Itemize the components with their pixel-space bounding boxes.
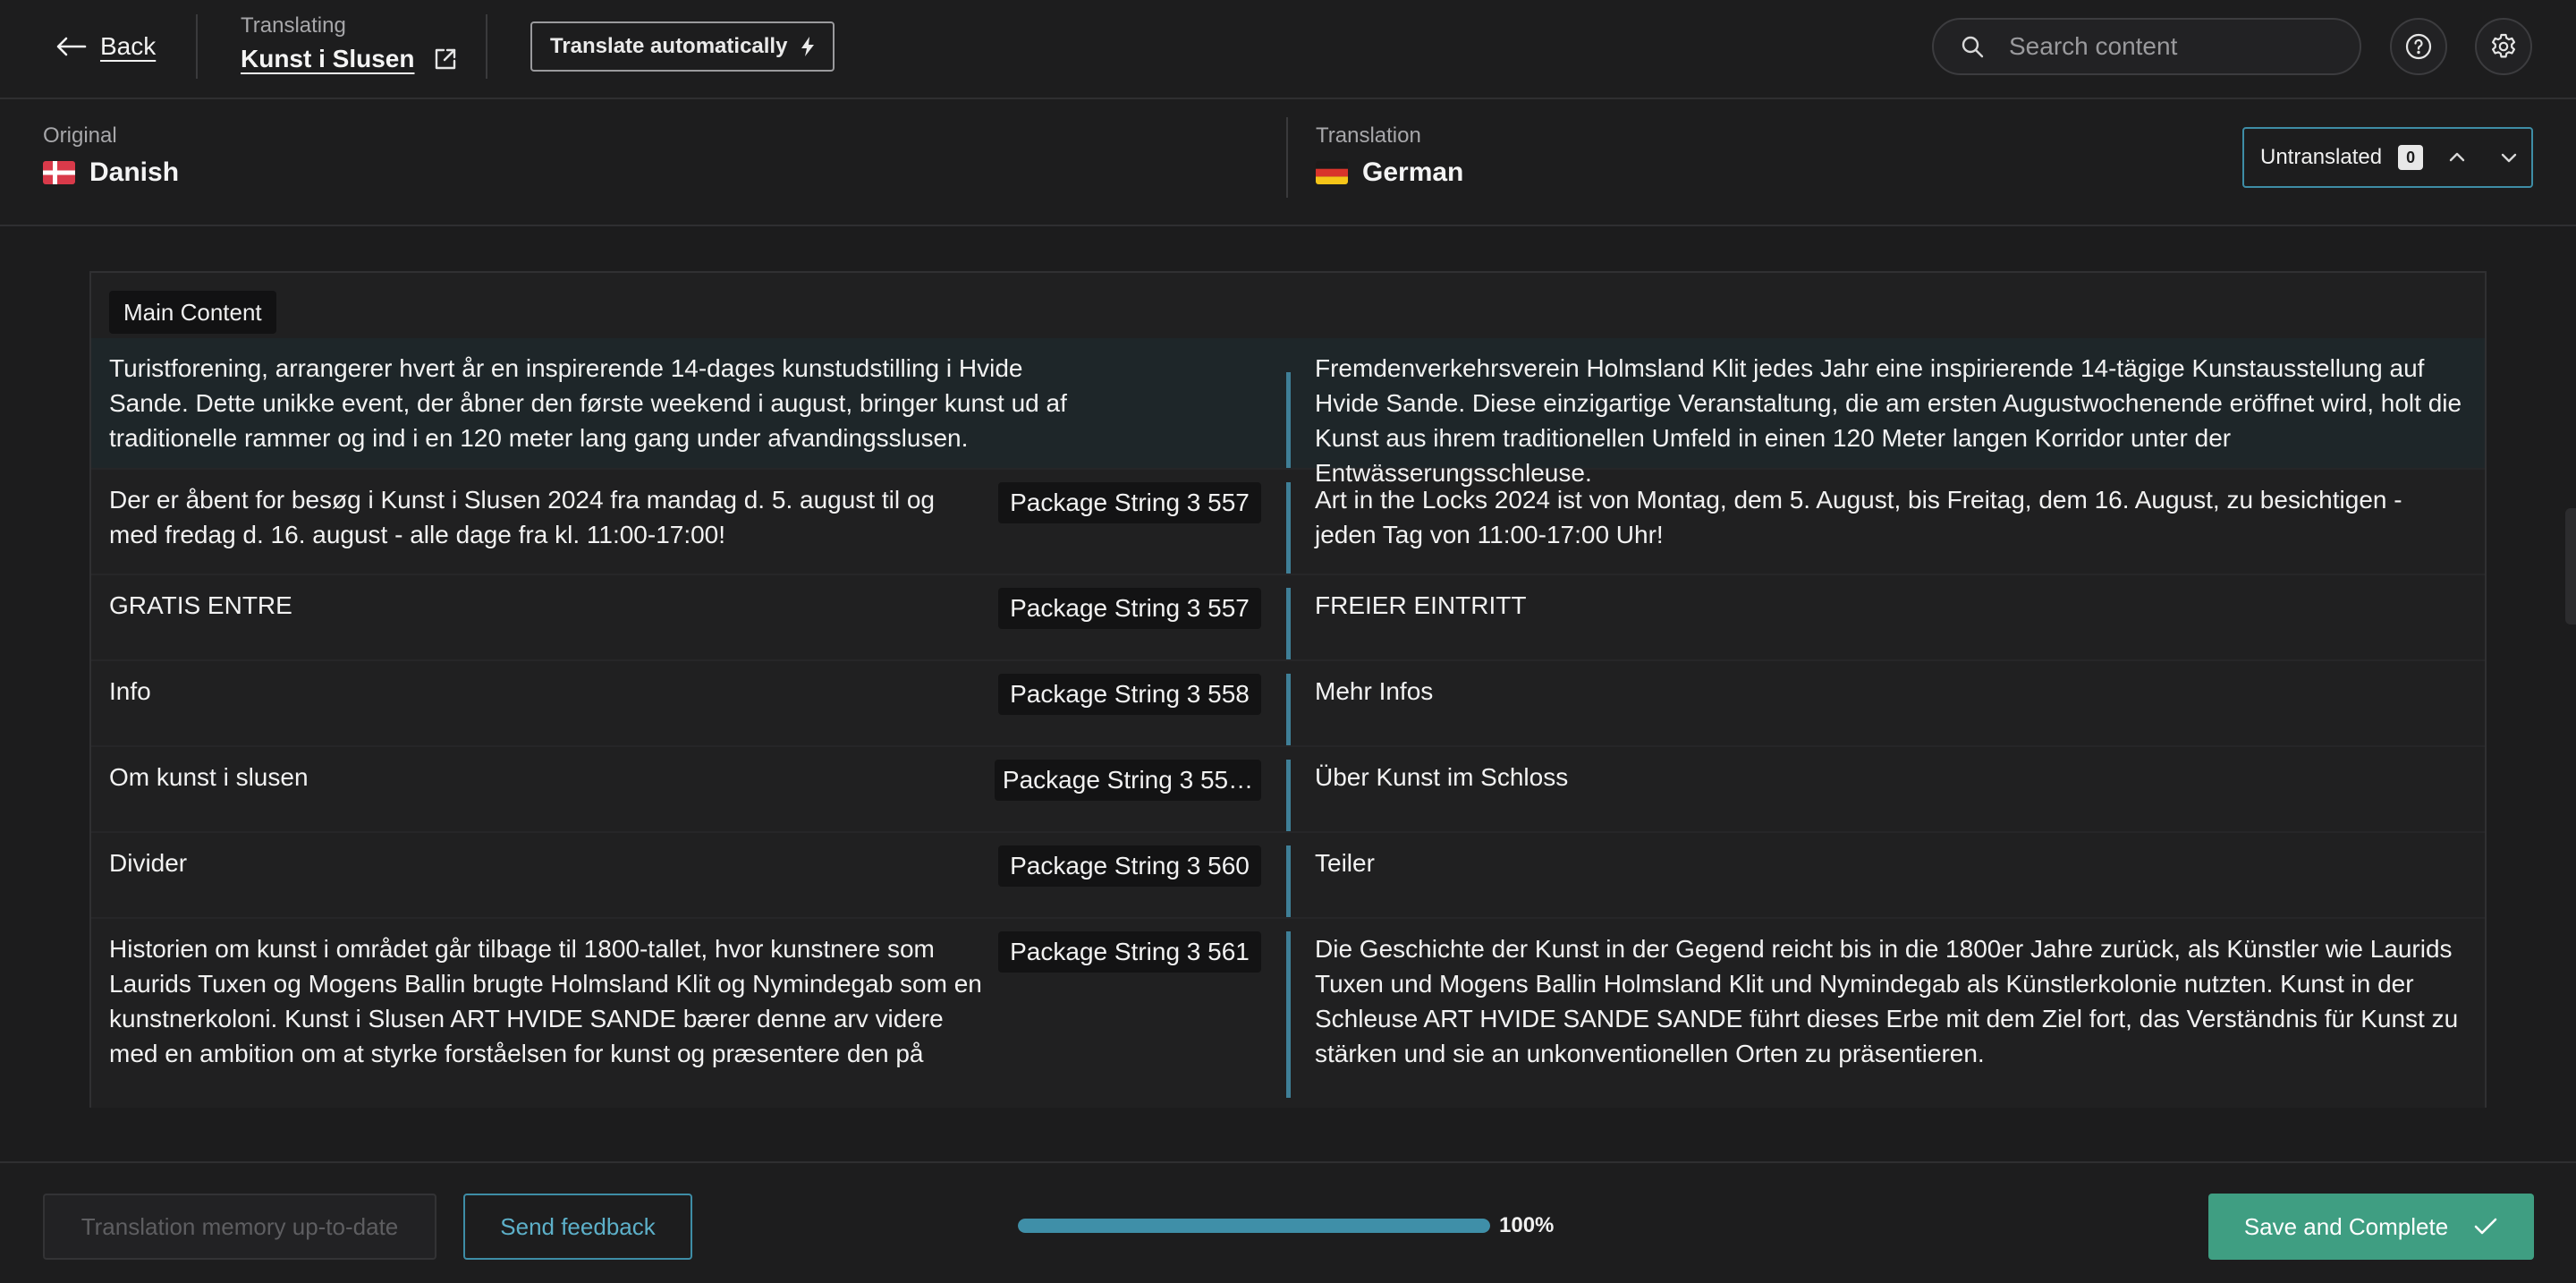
- external-link-icon: [436, 48, 456, 70]
- danish-flag-icon: [43, 161, 75, 184]
- question-icon: [2405, 33, 2432, 60]
- send-feedback-button[interactable]: Send feedback: [463, 1194, 692, 1260]
- translation-label: Translation: [1316, 123, 1421, 148]
- source-text: Om kunst i slusen: [109, 763, 309, 791]
- divider: [486, 14, 487, 79]
- arrow-left-icon: [56, 37, 87, 56]
- row-divider: [1286, 674, 1291, 745]
- string-row[interactable]: Info Package String 3 558 Mehr Infos: [91, 661, 2485, 747]
- top-bar: Back Translating Kunst i Slusen Translat…: [0, 0, 2576, 99]
- package-string-tag: Package String 3 557: [998, 588, 1261, 629]
- translation-language: German: [1316, 157, 1463, 188]
- back-button[interactable]: Back: [55, 29, 156, 64]
- gear-icon: [2492, 33, 2515, 58]
- source-text: Der er åbent for besøg i Kunst i Slusen …: [109, 486, 935, 548]
- help-button[interactable]: [2390, 18, 2447, 75]
- back-label: Back: [100, 32, 157, 60]
- content-panel: Main Content Turistforening, arrangerer …: [89, 271, 2487, 1108]
- translate-automatically-label: Translate automatically: [550, 34, 788, 58]
- string-row[interactable]: Om kunst i slusen Package String 3 55… Ü…: [91, 747, 2485, 833]
- string-row[interactable]: GRATIS ENTRE Package String 3 557 FREIER…: [91, 575, 2485, 661]
- package-string-tag: Package String 3 55…: [995, 760, 1261, 801]
- package-string-tag: Package String 3 561: [998, 931, 1261, 973]
- translation-language-name: German: [1362, 157, 1464, 187]
- row-divider: [1286, 760, 1291, 831]
- save-and-complete-button[interactable]: Save and Complete: [2208, 1194, 2534, 1260]
- source-text: Info: [109, 677, 151, 705]
- original-language: Danish: [43, 157, 179, 188]
- target-text[interactable]: Art in the Locks 2024 ist von Montag, de…: [1315, 482, 2469, 552]
- divider: [196, 14, 198, 79]
- next-untranslated-button[interactable]: [2491, 140, 2527, 175]
- section-title: Main Content: [109, 291, 276, 334]
- scrollbar-thumb[interactable]: [2565, 508, 2576, 625]
- untranslated-filter-label[interactable]: Untranslated: [2260, 145, 2382, 170]
- string-row[interactable]: Historien om kunst i området går tilbage…: [91, 919, 2485, 1098]
- target-text[interactable]: Teiler: [1315, 845, 2469, 880]
- translation-progress-bar: [1018, 1219, 1490, 1233]
- target-text[interactable]: Über Kunst im Schloss: [1315, 760, 2469, 794]
- source-text: Divider: [109, 849, 188, 877]
- search-icon: [1962, 36, 1984, 58]
- source-text: GRATIS ENTRE: [109, 591, 292, 619]
- package-string-tag: Package String 3 558: [998, 674, 1261, 715]
- check-icon: [2474, 1218, 2497, 1235]
- chevron-up-icon: [2449, 152, 2465, 162]
- original-language-name: Danish: [89, 157, 180, 187]
- translation-memory-button: Translation memory up-to-date: [43, 1194, 436, 1260]
- settings-button[interactable]: [2475, 18, 2532, 75]
- project-link[interactable]: Kunst i Slusen: [241, 45, 457, 73]
- row-divider: [1286, 931, 1291, 1098]
- source-text: Historien om kunst i området går tilbage…: [109, 935, 982, 1067]
- search-input[interactable]: [2009, 32, 2349, 61]
- language-bar: Original Danish Translation German Untra…: [0, 99, 2576, 226]
- untranslated-filter: Untranslated 0: [2242, 127, 2533, 188]
- footer-bar: Translation memory up-to-date Send feedb…: [0, 1161, 2576, 1283]
- project-name: Kunst i Slusen: [241, 45, 415, 72]
- row-divider: [1286, 372, 1291, 468]
- untranslated-count-badge: 0: [2398, 145, 2424, 170]
- progress-percentage: 100%: [1499, 1213, 1555, 1237]
- string-list: Turistforening, arrangerer hvert år en i…: [91, 338, 2485, 1098]
- package-string-tag: Package String 3 557: [998, 482, 1261, 523]
- divider: [1286, 117, 1288, 198]
- source-text: Turistforening, arrangerer hvert år en i…: [109, 354, 1067, 452]
- chevron-down-icon: [2501, 153, 2517, 163]
- translate-automatically-button[interactable]: Translate automatically: [530, 21, 835, 72]
- string-row[interactable]: Divider Package String 3 560 Teiler: [91, 833, 2485, 919]
- german-flag-icon: [1316, 161, 1348, 184]
- row-divider: [1286, 588, 1291, 659]
- string-row[interactable]: Turistforening, arrangerer hvert år en i…: [91, 338, 2485, 487]
- previous-untranslated-button[interactable]: [2439, 140, 2475, 175]
- progress-fill: [1018, 1219, 1490, 1233]
- package-string-tag: Package String 3 560: [998, 845, 1261, 887]
- translating-label: Translating: [241, 13, 346, 38]
- search-box[interactable]: [1932, 18, 2361, 75]
- row-divider: [1286, 845, 1291, 917]
- target-text[interactable]: Die Geschichte der Kunst in der Gegend r…: [1315, 931, 2469, 1071]
- row-divider: [1286, 482, 1291, 574]
- original-label: Original: [43, 123, 117, 148]
- target-text[interactable]: Mehr Infos: [1315, 674, 2469, 709]
- string-row[interactable]: Der er åbent for besøg i Kunst i Slusen …: [91, 470, 2485, 575]
- lightning-icon: [801, 37, 814, 56]
- save-and-complete-label: Save and Complete: [2243, 1212, 2449, 1240]
- target-text[interactable]: FREIER EINTRITT: [1315, 588, 2469, 623]
